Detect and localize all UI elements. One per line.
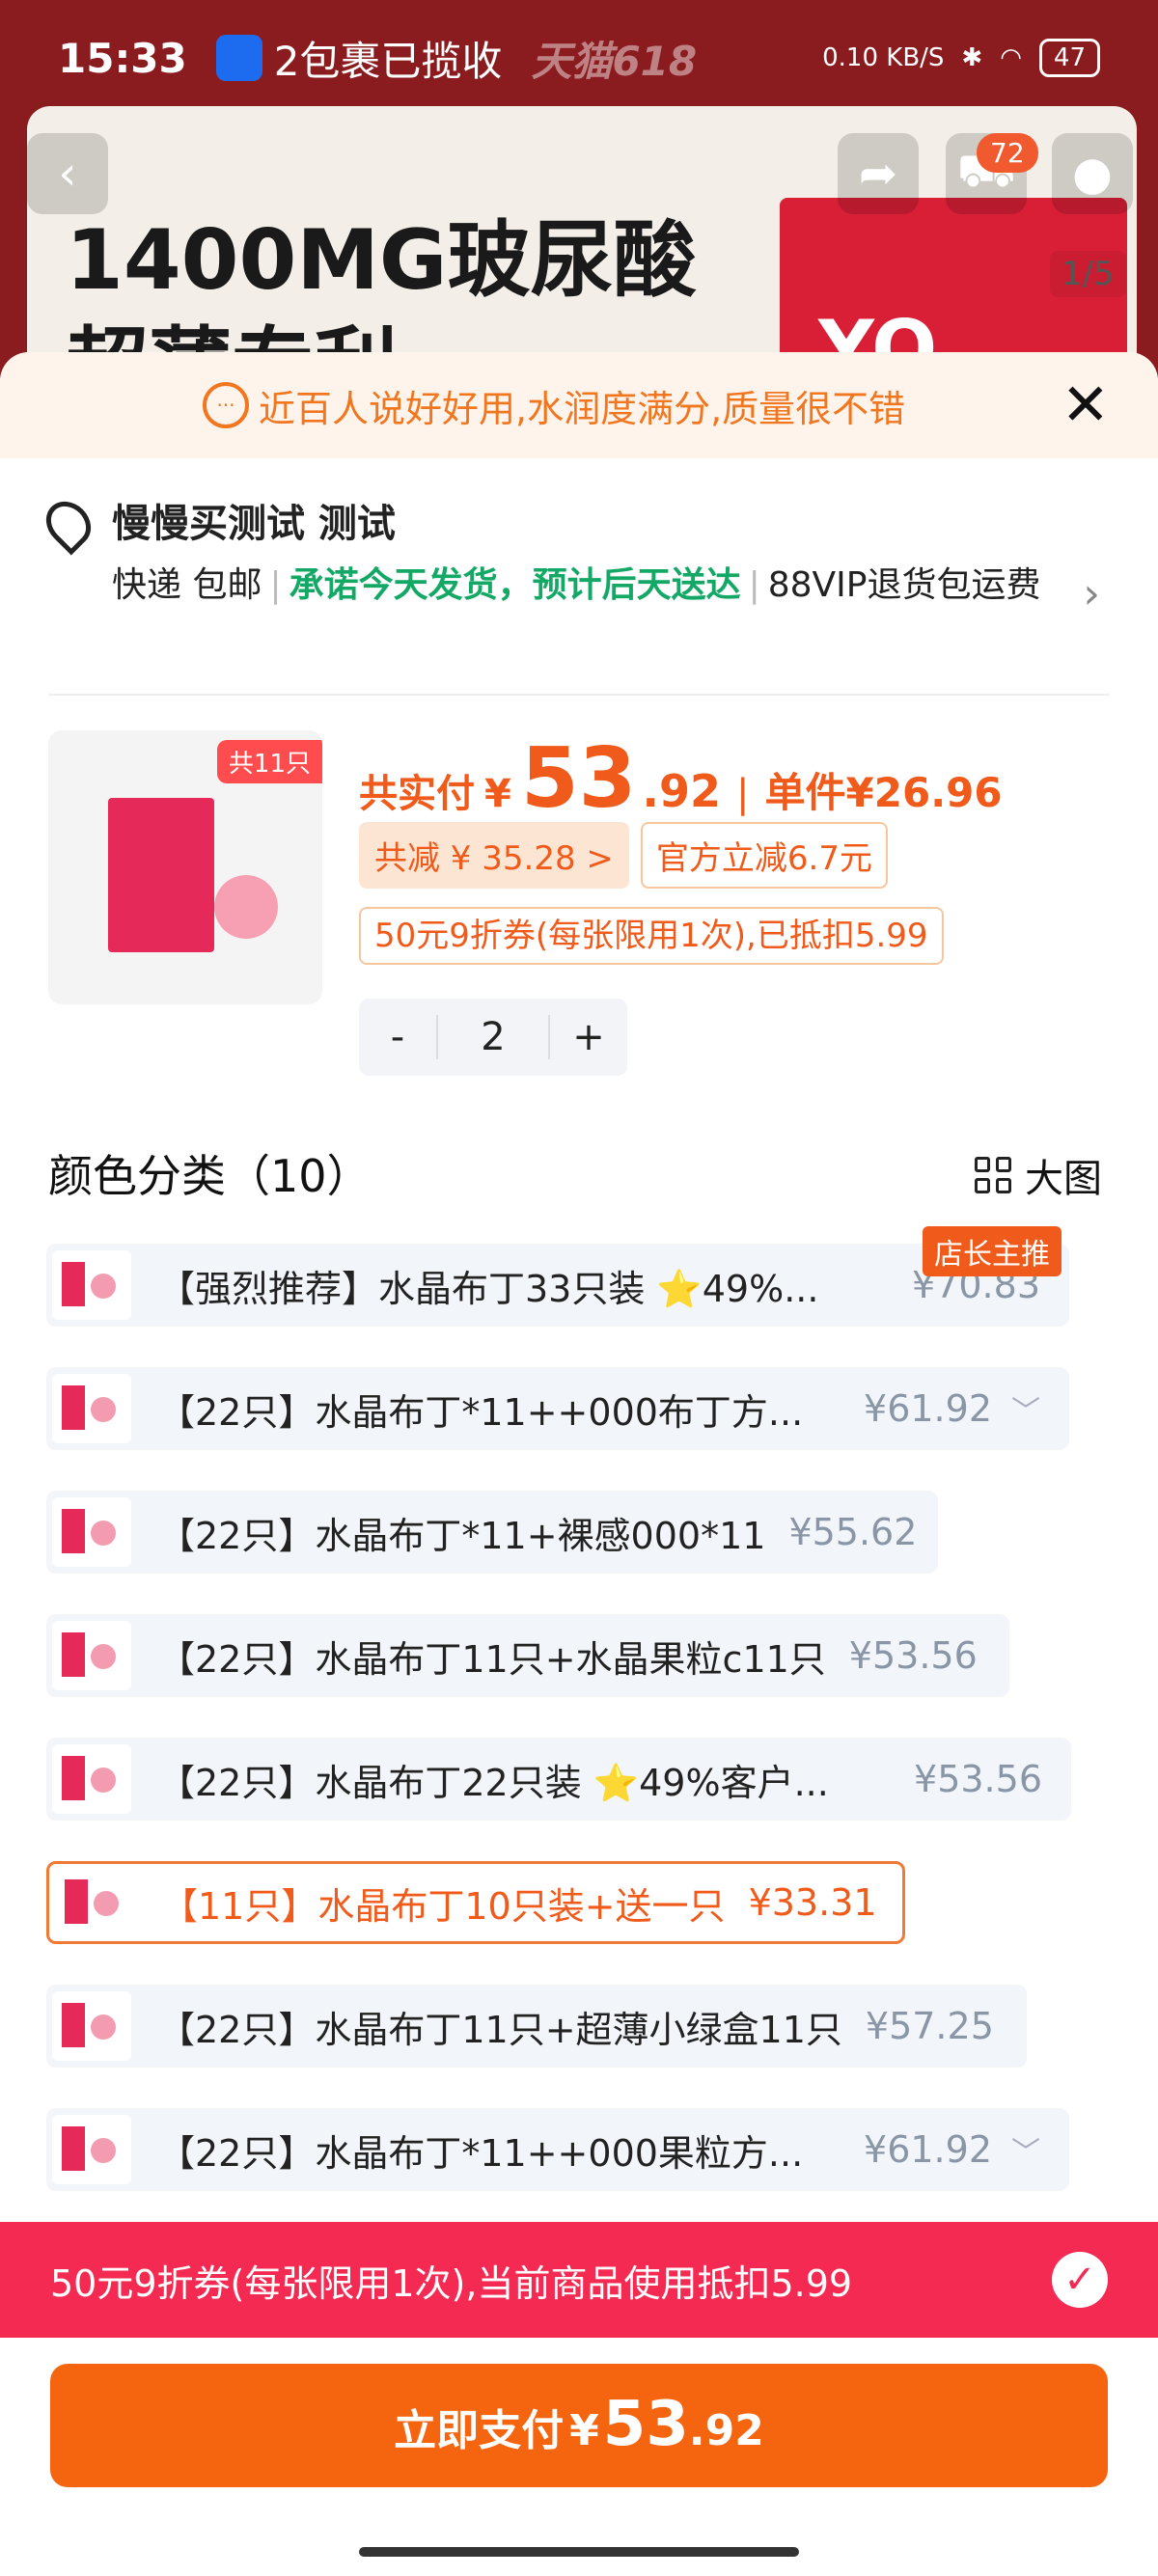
color-category-title: 颜色分类（10）: [48, 1150, 372, 1202]
currency-symbol: ¥: [484, 772, 511, 816]
grid-icon: [975, 1157, 1011, 1193]
option-label: 【11只】水晶布丁10只装+送一只: [161, 1884, 726, 1928]
back-button[interactable]: ‹: [27, 133, 108, 214]
shop-recommend-tag: 店长主推: [923, 1226, 1062, 1276]
option-price: ¥61.92: [864, 2128, 992, 2171]
option-price: ¥33.31: [748, 1881, 877, 1924]
chat-bubble-icon: ···: [203, 382, 249, 428]
quantity-value[interactable]: 2: [436, 1015, 550, 1059]
sku-option-4[interactable]: 【22只】水晶布丁11只+水晶果粒c11只 ¥53.56: [46, 1614, 1009, 1697]
battery-indicator: 47: [1038, 39, 1100, 77]
price-line: 共实付 ¥ 53 .92 | 单件 ¥26.96: [359, 730, 1003, 827]
network-speed: 0.10 KB/S: [822, 43, 945, 72]
banner-headline-line1: 1400MG玻尿酸: [66, 212, 697, 309]
pay-amount-dec: .92: [688, 2406, 764, 2455]
cart-count-badge: 72: [977, 133, 1038, 173]
close-button[interactable]: ✕: [1062, 371, 1110, 439]
option-price: ¥53.56: [848, 1634, 978, 1677]
option-label: 【强烈推荐】水晶布丁33只装 ⭐49%...: [158, 1267, 819, 1310]
option-thumbnail: [52, 1744, 131, 1814]
status-icons: 0.10 KB/S ✱ ◠ 47: [822, 39, 1100, 77]
review-tip-text: 近百人说好好用,水润度满分,质量很不错: [259, 387, 906, 430]
sku-option-1[interactable]: 【强烈推荐】水晶布丁33只装 ⭐49%... ¥70.83 店长主推: [46, 1226, 1069, 1327]
decrease-button[interactable]: -: [359, 1015, 436, 1059]
chevron-left-icon: ‹: [58, 147, 77, 201]
sku-option-3[interactable]: 【22只】水晶布丁*11+裸感000*11 ¥55.62: [46, 1491, 938, 1574]
wifi-icon: ◠: [1000, 43, 1022, 72]
delivery-promise: 承诺今天发货，预计后天送达: [289, 565, 741, 605]
discount-chips: 共减 ¥ 35.28 > 官方立减6.7元: [359, 822, 888, 889]
share-button[interactable]: ➦: [838, 133, 919, 214]
share-icon: ➦: [858, 147, 898, 201]
pay-label: 立即支付: [394, 2406, 565, 2455]
recipient-name: 慢慢买测试 测试: [112, 502, 396, 546]
option-label: 【22只】水晶布丁*11++000布丁方...: [158, 1390, 804, 1434]
gift-image: [214, 875, 278, 939]
pay-now-button[interactable]: 立即支付 ¥ 53 .92: [50, 2364, 1108, 2487]
chat-icon: ●: [1072, 147, 1113, 201]
option-thumbnail: [52, 1250, 131, 1320]
sku-option-7[interactable]: 【22只】水晶布丁11只+超薄小绿盒11只 ¥57.25: [46, 1985, 1027, 2068]
unit-price: ¥26.96: [845, 769, 1003, 816]
option-thumbnail: [52, 2115, 131, 2184]
chevron-down-icon: ﹀: [1011, 1395, 1040, 1429]
option-label: 【22只】水晶布丁*11++000果粒方...: [158, 2131, 804, 2175]
sku-selection-sheet: ··· 近百人说好好用,水润度满分,质量很不错 ✕ 慢慢买测试 测试 快递 包邮…: [0, 352, 1158, 2576]
sku-option-2[interactable]: 【22只】水晶布丁*11++000布丁方... ¥61.92 ﹀: [46, 1367, 1069, 1450]
sku-option-5[interactable]: 【22只】水晶布丁22只装 ⭐49%客户... ¥53.56: [46, 1738, 1071, 1821]
option-price: ¥53.56: [914, 1758, 1042, 1800]
divider: [48, 694, 1110, 696]
total-label: 共实付: [359, 772, 475, 816]
location-pin-icon: [37, 492, 100, 556]
coupon-chip: 50元9折券(每张限用1次),已抵扣5.99: [359, 907, 944, 965]
home-indicator: [359, 2547, 799, 2557]
option-label: 【22只】水晶布丁22只装 ⭐49%客户...: [158, 1761, 829, 1804]
status-time: 15:33: [58, 34, 187, 82]
option-label: 【22只】水晶布丁*11+裸感000*11: [158, 1514, 766, 1557]
total-price-int: 53: [520, 730, 637, 827]
review-tip-bar: ··· 近百人说好好用,水润度满分,质量很不错 ✕: [0, 352, 1158, 458]
return-shipping-info: 88VIP退货包运费: [767, 565, 1041, 605]
option-price: ¥61.92: [864, 1387, 992, 1430]
shipping-info: 快递 包邮 | 承诺今天发货，预计后天送达 | 88VIP退货包运费: [112, 565, 1041, 605]
shipping-method: 快递 包邮: [112, 565, 262, 605]
quantity-badge: 共11只: [216, 740, 322, 783]
package-image: [108, 798, 214, 952]
option-thumbnail: [52, 1991, 131, 2061]
product-thumbnail[interactable]: 共11只: [48, 730, 322, 1004]
more-button[interactable]: ●: [1052, 133, 1133, 214]
option-thumbnail: [52, 1497, 131, 1567]
option-thumbnail: [52, 1374, 131, 1443]
coupon-applied-bar[interactable]: 50元9折券(每张限用1次),当前商品使用抵扣5.99 ✓: [0, 2222, 1158, 2338]
sku-option-8[interactable]: 【22只】水晶布丁*11++000果粒方... ¥61.92 ﹀: [46, 2108, 1069, 2191]
pay-amount-int: 53: [602, 2389, 689, 2460]
option-price: ¥55.62: [788, 1511, 918, 1553]
chevron-right-icon: ›: [1083, 569, 1100, 618]
close-icon: ✕: [1061, 371, 1110, 439]
option-price: ¥57.25: [865, 2005, 994, 2047]
coupon-applied-text: 50元9折券(每张限用1次),当前商品使用抵扣5.99: [50, 2261, 853, 2305]
checkmark-icon[interactable]: ✓: [1052, 2252, 1108, 2308]
unit-label: 单件: [764, 769, 846, 816]
increase-button[interactable]: +: [550, 1015, 627, 1059]
chevron-down-icon: ﹀: [1011, 2136, 1040, 2170]
status-notification: 2包裹已揽收: [273, 37, 503, 85]
sku-option-6-selected[interactable]: 【11只】水晶布丁10只装+送一只 ¥33.31: [46, 1861, 905, 1944]
status-bar: 15:33 2包裹已揽收 天猫618 0.10 KB/S ✱ ◠ 47: [0, 0, 1158, 116]
option-label: 【22只】水晶布丁11只+超薄小绿盒11只: [158, 2008, 842, 2051]
app-notification-icon: [215, 35, 262, 81]
status-faded-brand: 天猫618: [531, 37, 698, 85]
quantity-stepper: - 2 +: [359, 999, 627, 1076]
bluetooth-icon: ✱: [961, 43, 983, 72]
official-discount-chip: 官方立减6.7元: [640, 822, 888, 889]
option-label: 【22只】水晶布丁11只+水晶果粒c11只: [158, 1637, 826, 1681]
image-pager: 1/5: [1050, 251, 1126, 297]
option-thumbnail: [52, 1621, 131, 1690]
option-thumbnail: [55, 1868, 134, 1937]
total-discount-chip[interactable]: 共减 ¥ 35.28 >: [359, 822, 629, 889]
total-price-dec: .92: [642, 765, 722, 817]
big-view-toggle[interactable]: 大图: [975, 1147, 1102, 1203]
big-view-label: 大图: [1025, 1157, 1102, 1201]
pay-currency: ¥: [569, 2406, 599, 2455]
